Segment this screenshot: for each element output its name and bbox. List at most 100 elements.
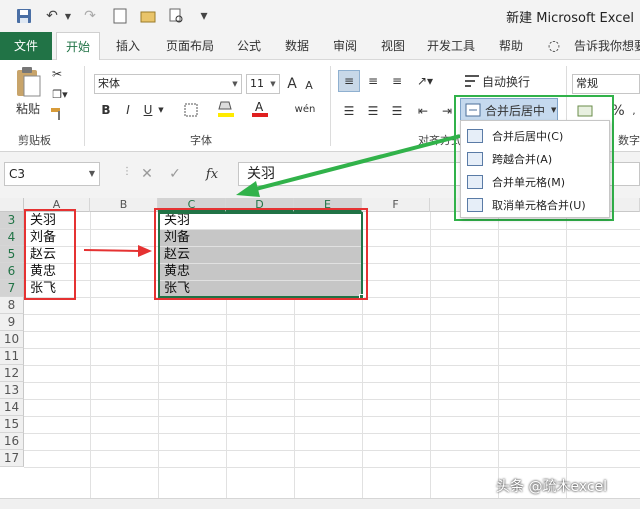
svg-text:A: A [255,100,264,114]
gridline [24,467,640,468]
cancel-icon[interactable]: ✕ [138,164,156,184]
font-color-icon[interactable]: A [248,98,272,120]
borders-button[interactable] [176,100,206,120]
tab-page-layout[interactable]: 页面布局 [160,32,220,60]
align-left-icon[interactable]: ☰ [338,100,360,122]
wrap-text-button[interactable]: 自动换行 [482,70,538,92]
menu-item-merge-center[interactable]: 合并后居中(C) [461,125,609,147]
tab-insert[interactable]: 插入 [110,32,146,60]
tab-view[interactable]: 视图 [376,32,410,60]
new-file-icon[interactable] [110,6,130,26]
gridline [24,382,640,383]
bold-button[interactable]: B [98,100,114,120]
paste-label[interactable]: 粘贴 [12,100,44,116]
font-size-select[interactable]: 11 ▼ [246,74,280,94]
align-right-icon[interactable]: ☰ [386,100,408,122]
row-header[interactable]: 17 [0,450,24,467]
tab-help[interactable]: 帮助 [494,32,528,60]
row-header[interactable]: 8 [0,297,24,314]
print-preview-icon[interactable] [166,6,186,26]
customize-qat-icon[interactable]: ▾ [194,6,214,26]
row-header[interactable]: 7 [0,280,24,297]
grow-font-button[interactable]: A [284,74,300,94]
gridline [24,433,640,434]
cut-icon[interactable]: ✂ [48,66,66,82]
row-header[interactable]: 16 [0,433,24,450]
tab-file[interactable]: 文件 [0,32,52,60]
tab-home[interactable]: 开始 [56,32,100,61]
worksheet-grid[interactable]: A B C D E F 3 4 5 6 7 8 9 10 11 12 13 14… [0,198,640,498]
row-header[interactable]: 3 [0,212,24,229]
column-header-f[interactable]: F [362,198,430,212]
fill-color-icon[interactable] [214,98,238,120]
annotation-box-target [154,208,368,300]
row-header[interactable]: 14 [0,399,24,416]
merge-center-icon [467,129,483,143]
row-header[interactable]: 12 [0,365,24,382]
row-header[interactable]: 15 [0,416,24,433]
undo-dropdown-icon[interactable]: ▼ [62,6,74,26]
phonetic-button[interactable]: wén [294,98,316,120]
gridline [24,416,640,417]
redo-icon[interactable]: ↷ [80,6,100,26]
menu-item-unmerge[interactable]: 取消单元格合并(U) [461,194,609,216]
paste-icon[interactable] [12,64,44,100]
format-painter-icon[interactable] [48,106,66,122]
italic-button[interactable]: I [120,100,136,120]
copy-icon[interactable]: ❐▾ [48,86,72,102]
row-header[interactable]: 5 [0,246,24,263]
lightbulb-icon: ◌ [547,38,561,54]
name-box[interactable]: C3 ▼ [4,162,100,186]
horizontal-scrollbar[interactable] [0,498,640,509]
chevron-down-icon: ▼ [88,169,95,178]
wrap-text-icon[interactable] [462,70,482,92]
row-header[interactable]: 11 [0,348,24,365]
divider [330,66,331,146]
number-format-select[interactable]: 常规 [572,74,640,94]
chevron-down-icon: ▼ [270,80,276,88]
gridline [24,314,640,315]
row-header[interactable]: 6 [0,263,24,280]
open-icon[interactable] [138,6,158,26]
menu-item-merge-cells[interactable]: 合并单元格(M) [461,171,609,193]
align-bottom-icon[interactable]: ≡ [386,70,408,92]
ribbon-tabs: 文件 开始 插入 页面布局 公式 数据 审阅 视图 开发工具 帮助 ◌ 告诉我你… [0,32,640,61]
row-header[interactable]: 10 [0,331,24,348]
clipboard-group-label: 剪贴板 [18,134,51,147]
tab-formulas[interactable]: 公式 [232,32,266,60]
gridline [24,365,640,366]
align-middle-icon[interactable]: ≡ [362,70,384,92]
gridline [430,212,431,498]
font-name-select[interactable]: 宋体 ▼ [94,74,242,94]
save-icon[interactable] [14,6,34,26]
shrink-font-button[interactable]: A [302,76,316,94]
tab-data[interactable]: 数据 [280,32,314,60]
align-top-icon[interactable]: ≡ [338,70,360,92]
enter-icon[interactable]: ✓ [166,164,184,184]
row-header[interactable]: 4 [0,229,24,246]
row-header[interactable]: 13 [0,382,24,399]
comma-style-icon[interactable]: , [628,100,640,122]
merge-dropdown-menu: 合并后居中(C) 跨越合并(A) 合并单元格(M) 取消单元格合并(U) [460,120,610,218]
merge-cells-icon [467,175,483,189]
gridline [90,212,91,498]
select-all-corner[interactable] [0,198,24,212]
gridline [498,212,499,498]
underline-dropdown-icon[interactable]: ▼ [156,100,166,120]
underline-button[interactable]: U [140,100,156,120]
insert-function-button[interactable]: fx [200,164,224,184]
align-center-icon[interactable]: ☰ [362,100,384,122]
gridline [24,331,640,332]
number-group-label: 数字 [618,134,640,147]
undo-icon[interactable]: ↶ [42,6,62,26]
tab-review[interactable]: 审阅 [328,32,362,60]
decrease-indent-icon[interactable]: ⇤ [412,100,434,122]
orientation-icon[interactable]: ↗▾ [412,70,438,92]
tab-developer[interactable]: 开发工具 [422,32,480,60]
row-header[interactable]: 9 [0,314,24,331]
tell-me-search[interactable]: 告诉我你想要 [574,32,640,60]
column-header-b[interactable]: B [90,198,158,212]
watermark: 头条 @疏木excel [496,479,608,495]
window-title: 新建 Microsoft Excel [506,11,634,26]
menu-item-merge-across[interactable]: 跨越合并(A) [461,148,609,170]
